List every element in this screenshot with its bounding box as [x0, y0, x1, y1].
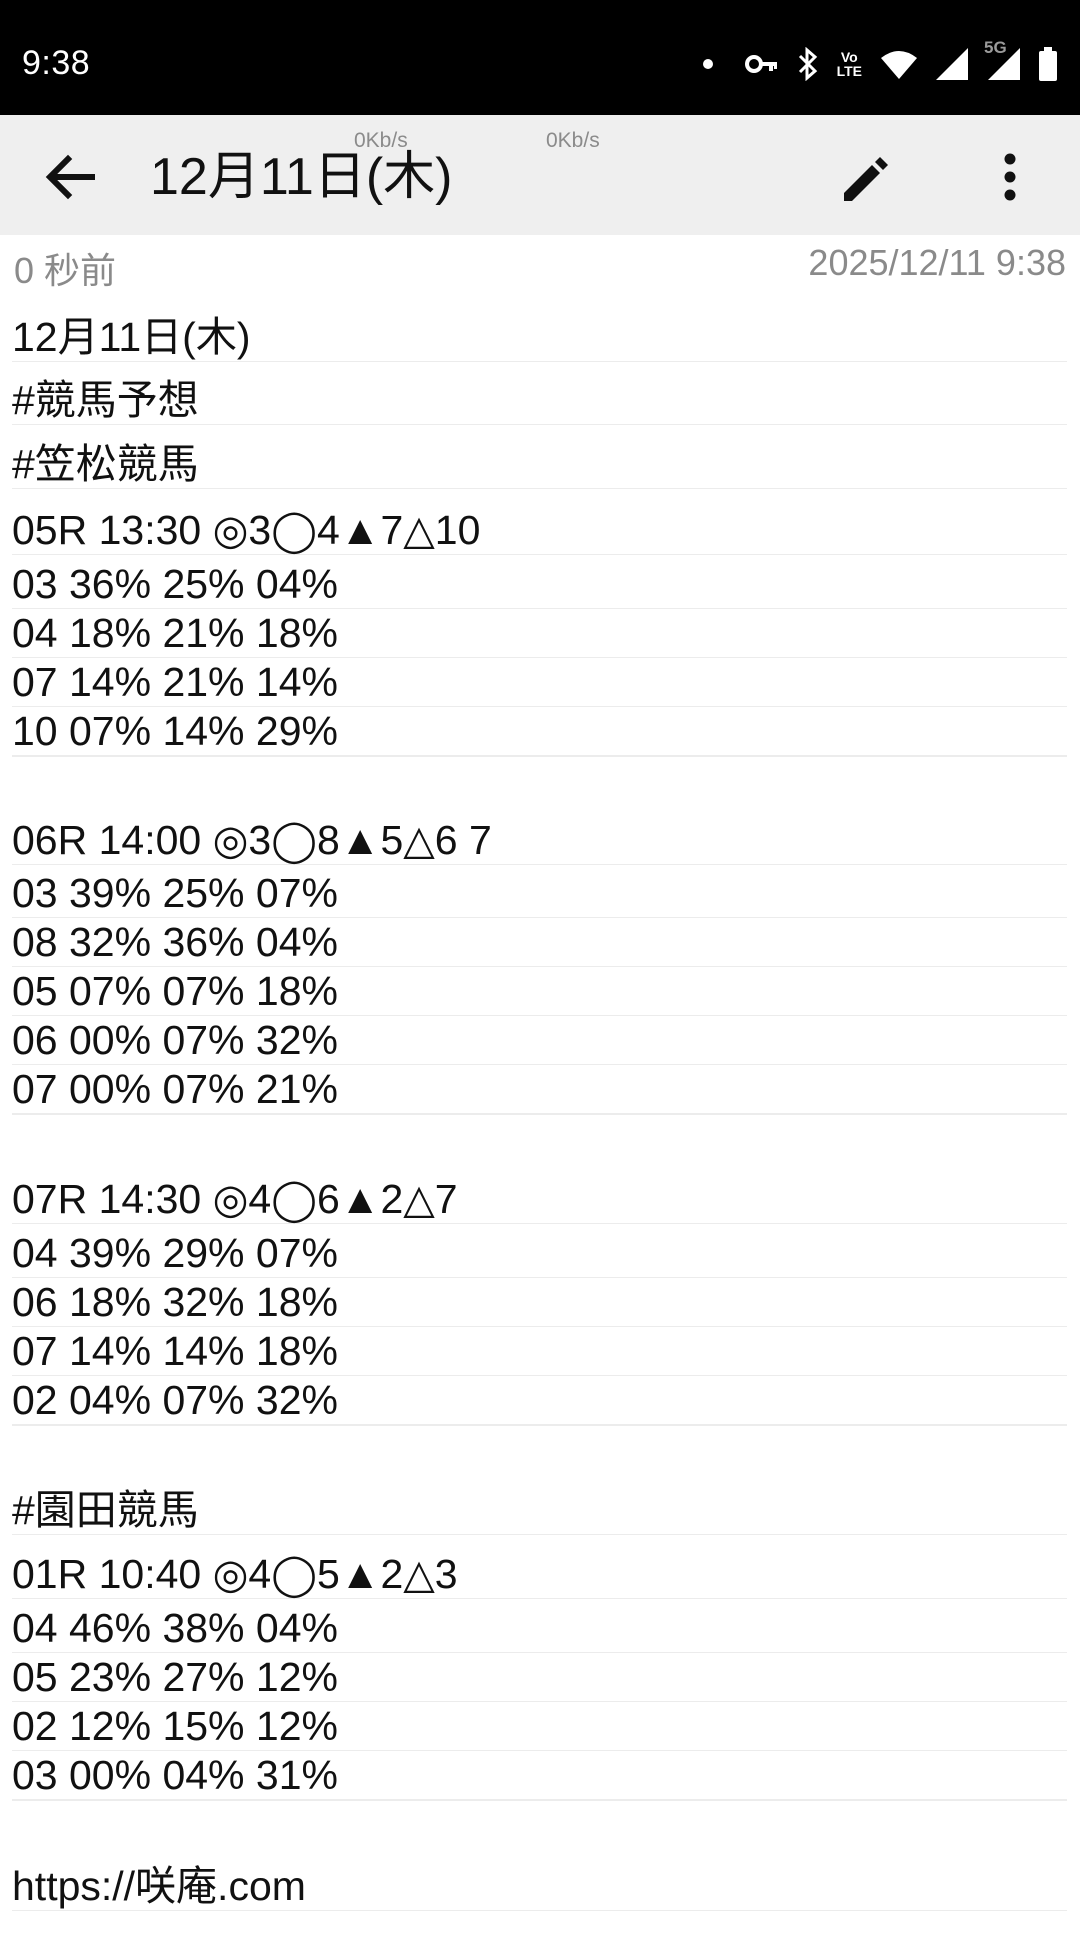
note-line[interactable]: 06 00% 07% 32% — [12, 1016, 1067, 1065]
note-line[interactable]: https://咲庵.com — [12, 1862, 1067, 1911]
note-line[interactable]: 05 23% 27% 12% — [12, 1653, 1067, 1702]
note-line[interactable] — [12, 1425, 1067, 1426]
note-line[interactable]: 03 39% 25% 07% — [12, 869, 1067, 918]
note-line[interactable] — [12, 1800, 1067, 1801]
note-line[interactable]: 02 12% 15% 12% — [12, 1702, 1067, 1751]
note-line[interactable] — [12, 1114, 1067, 1115]
note-line[interactable]: 07 14% 21% 14% — [12, 658, 1067, 707]
note-line[interactable]: 02 04% 07% 32% — [12, 1376, 1067, 1425]
note-line[interactable]: 03 00% 04% 31% — [12, 1751, 1067, 1800]
note-line[interactable]: 08 32% 36% 04% — [12, 918, 1067, 967]
note-line[interactable]: 06R 14:00 ◎3◯8▲5△6 7 — [12, 816, 1067, 865]
note-line[interactable]: 03 36% 25% 04% — [12, 560, 1067, 609]
note-line[interactable]: 10 07% 14% 29% — [12, 707, 1067, 756]
note-line[interactable]: 04 46% 38% 04% — [12, 1604, 1067, 1653]
note-line[interactable]: 04 18% 21% 18% — [12, 609, 1067, 658]
note-line[interactable]: #競馬予想 — [12, 376, 1067, 425]
note-line[interactable]: 04 39% 29% 07% — [12, 1229, 1067, 1278]
note-line[interactable]: #園田競馬 — [12, 1486, 1067, 1535]
note-line[interactable]: #笠松競馬 — [12, 440, 1067, 489]
note-line[interactable]: 07 14% 14% 18% — [12, 1327, 1067, 1376]
note-line[interactable]: 12月11日(木) — [12, 313, 1067, 362]
note-line[interactable]: 07 00% 07% 21% — [12, 1065, 1067, 1114]
note-line[interactable]: 06 18% 32% 18% — [12, 1278, 1067, 1327]
note-body[interactable]: 12月11日(木) #競馬予想 #笠松競馬 05R 13:30 ◎3◯4▲7△1… — [0, 0, 1080, 1936]
note-line[interactable]: 07R 14:30 ◎4◯6▲2△7 — [12, 1175, 1067, 1224]
note-line[interactable]: 05 07% 07% 18% — [12, 967, 1067, 1016]
note-line[interactable]: 01R 10:40 ◎4◯5▲2△3 — [12, 1550, 1067, 1599]
note-line[interactable]: 05R 13:30 ◎3◯4▲7△10 — [12, 506, 1067, 555]
note-line[interactable] — [12, 756, 1067, 757]
